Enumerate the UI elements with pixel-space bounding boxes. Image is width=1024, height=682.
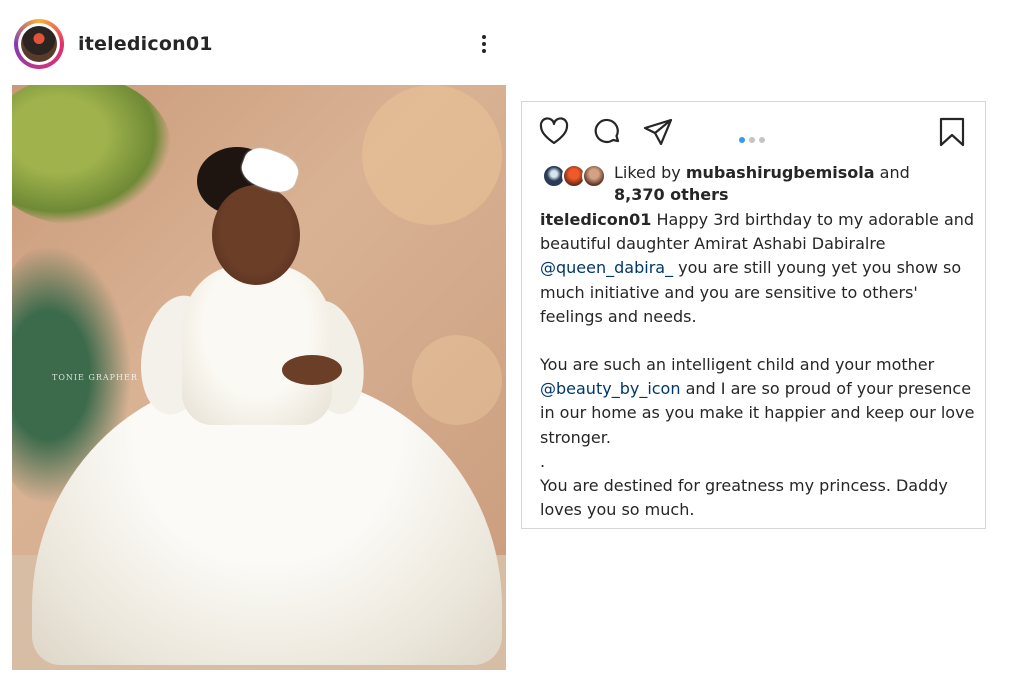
likes-others-count[interactable]: 8,370 others (614, 185, 728, 204)
palm-leaf-decoration (12, 85, 172, 225)
caption-paragraph: iteledicon01 Happy 3rd birthday to my ad… (540, 208, 975, 329)
carousel-dot-active (739, 137, 745, 143)
girl-face (212, 185, 300, 285)
liker-avatar (582, 164, 606, 188)
comment-icon[interactable] (591, 116, 623, 148)
photographer-watermark: TONIE GRAPHER (52, 373, 138, 382)
likes-prefix: Liked by (614, 163, 681, 182)
heart-icon[interactable] (538, 116, 570, 148)
dress-bodice (182, 265, 332, 425)
carousel-indicator (739, 128, 769, 143)
share-icon[interactable] (642, 116, 674, 148)
mention-link[interactable]: @queen_dabira_ (540, 258, 673, 277)
avatar-ring-inner (18, 23, 60, 65)
bokeh-light (362, 85, 502, 225)
caption-card: Liked by mubashirugbemisola and 8,370 ot… (521, 101, 986, 529)
more-options-icon[interactable] (474, 32, 494, 60)
likes-summary[interactable]: Liked by mubashirugbemisola and 8,370 ot… (614, 162, 910, 206)
post-caption: iteledicon01 Happy 3rd birthday to my ad… (540, 208, 975, 522)
carousel-dot (749, 137, 755, 143)
profile-avatar[interactable] (14, 19, 64, 69)
bookmark-icon[interactable] (936, 116, 968, 148)
caption-text: You are such an intelligent child and yo… (540, 355, 935, 375)
post-username[interactable]: iteledicon01 (78, 33, 213, 55)
likes-connector: and (879, 163, 910, 182)
post-photo[interactable]: TONIE GRAPHER (12, 85, 506, 670)
liker-username[interactable]: mubashirugbemisola (686, 163, 875, 182)
mention-link[interactable]: @beauty_by_icon (540, 379, 680, 398)
caption-author[interactable]: iteledicon01 (540, 210, 651, 229)
likes-avatars[interactable] (542, 164, 606, 188)
bokeh-light (412, 335, 502, 425)
girl-hands (282, 355, 342, 385)
caption-separator: . (540, 451, 546, 471)
carousel-dot (759, 137, 765, 143)
avatar-image (21, 26, 57, 62)
caption-text: You are destined for greatness my prince… (540, 476, 948, 520)
caption-paragraph: You are such an intelligent child and yo… (540, 353, 975, 450)
post-header: iteledicon01 (12, 14, 506, 78)
